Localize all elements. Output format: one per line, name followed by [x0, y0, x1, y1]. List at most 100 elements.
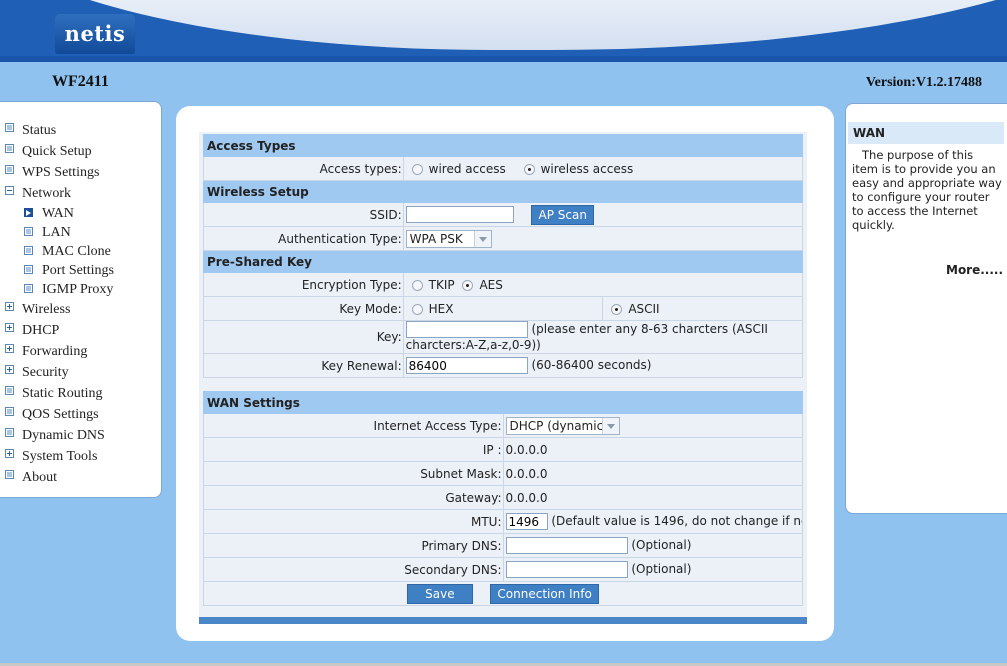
ssid-control: AP Scan: [402, 202, 804, 227]
form-footer-bar: [199, 617, 807, 624]
internet-access-type-select[interactable]: DHCP (dynamic): [505, 416, 620, 435]
sidebar-item-static-routing[interactable]: Static Routing: [0, 383, 114, 404]
sidebar-item-label: System Tools: [22, 449, 98, 464]
wired-access-radio[interactable]: [411, 163, 423, 175]
subnet-mask-label: Subnet Mask:: [203, 461, 504, 486]
primary-dns-input[interactable]: [505, 537, 628, 554]
access-types-label: Access types:: [203, 156, 404, 181]
sidebar-item-network[interactable]: Network: [0, 183, 114, 204]
mtu-input[interactable]: [505, 513, 548, 530]
ascii-radio[interactable]: [611, 303, 623, 315]
model-name: WF2411: [52, 73, 109, 90]
help-more-link[interactable]: More.....: [946, 263, 1003, 277]
sidebar-item-port-settings[interactable]: Port Settings: [0, 261, 114, 280]
page-icon: [5, 428, 14, 437]
sidebar-item-label: Static Routing: [22, 386, 103, 401]
auth-type-select[interactable]: WPA PSK: [405, 229, 492, 248]
auth-type-value: WPA PSK: [409, 231, 463, 246]
page-icon: [5, 470, 14, 479]
key-mode-ascii-cell: ASCII: [602, 296, 803, 321]
key-mode-label: Key Mode:: [203, 296, 404, 321]
sidebar-menu: Status Quick Setup WPS Settings Network …: [0, 120, 114, 488]
sidebar-item-label: WPS Settings: [22, 165, 100, 180]
sidebar-item-igmp-proxy[interactable]: IGMP Proxy: [0, 280, 114, 299]
header-curve: [0, 0, 1007, 50]
form-row: Secondary DNS: (Optional): [203, 557, 803, 582]
wan-form: Access Types Access types: wired access …: [199, 132, 807, 624]
secondary-dns-input[interactable]: [505, 561, 628, 578]
primary-dns-label: Primary DNS:: [203, 533, 504, 558]
section-header: WAN Settings: [203, 391, 803, 414]
form-actions-row: Save Connection Info: [203, 581, 803, 606]
primary-dns-control: (Optional): [502, 533, 803, 558]
help-title: WAN: [848, 122, 1004, 144]
sidebar-item-lan[interactable]: LAN: [0, 223, 114, 242]
ssid-input[interactable]: [405, 206, 514, 223]
internet-access-type-label: Internet Access Type:: [203, 413, 504, 438]
sidebar-item-about[interactable]: About: [0, 467, 114, 488]
section-header: Wireless Setup: [203, 180, 803, 203]
form-row: Internet Access Type: DHCP (dynamic): [203, 413, 803, 438]
hex-radio[interactable]: [411, 303, 423, 315]
key-renewal-input[interactable]: [405, 357, 528, 374]
sidebar: Status Quick Setup WPS Settings Network …: [0, 101, 162, 498]
sidebar-item-wps-settings[interactable]: WPS Settings: [0, 162, 114, 183]
wireless-access-radio[interactable]: [523, 163, 535, 175]
header-banner: netis: [0, 0, 1007, 62]
subnet-mask-value: 0.0.0.0: [502, 461, 803, 486]
aes-radio[interactable]: [462, 279, 474, 291]
sidebar-item-label: Quick Setup: [22, 144, 92, 159]
section-title-access: Access Types: [203, 134, 803, 157]
page-icon: [5, 407, 14, 416]
internet-access-type-control: DHCP (dynamic): [502, 413, 803, 438]
sidebar-item-dynamic-dns[interactable]: Dynamic DNS: [0, 425, 114, 446]
access-types-control: wired access wireless access: [402, 156, 804, 181]
form-row: Encryption Type: TKIP AES: [203, 272, 804, 297]
ip-label: IP :: [203, 437, 504, 462]
sidebar-item-label: WAN: [42, 206, 74, 221]
mtu-hint: (Default value is 1496, do not change if…: [551, 514, 802, 528]
sidebar-item-status[interactable]: Status: [0, 120, 114, 141]
key-input[interactable]: [405, 321, 528, 338]
connection-info-button[interactable]: Connection Info: [490, 583, 599, 604]
form-row: Primary DNS: (Optional): [203, 533, 803, 558]
sidebar-item-system-tools[interactable]: System Tools: [0, 446, 114, 467]
sidebar-item-wan[interactable]: WAN: [0, 204, 114, 223]
wired-access-label: wired access: [428, 161, 506, 176]
internet-access-type-value: DHCP (dynamic): [509, 418, 608, 433]
form-row: Gateway: 0.0.0.0: [203, 485, 803, 510]
expand-icon[interactable]: [5, 344, 14, 353]
page-icon: [5, 386, 14, 395]
expand-icon[interactable]: [5, 323, 14, 332]
form-row: Access types: wired access wireless acce…: [203, 156, 804, 181]
ap-scan-button[interactable]: AP Scan: [531, 204, 594, 225]
collapse-icon[interactable]: [5, 186, 14, 195]
auth-type-control: WPA PSK: [402, 226, 804, 251]
page-icon: [24, 246, 33, 255]
section-header: Pre-Shared Key: [203, 250, 803, 273]
mtu-label: MTU:: [203, 509, 504, 534]
save-button[interactable]: Save: [407, 583, 473, 604]
sidebar-item-wireless[interactable]: Wireless: [0, 299, 114, 320]
gateway-label: Gateway:: [203, 485, 504, 510]
sidebar-item-dhcp[interactable]: DHCP: [0, 320, 114, 341]
chevron-down-icon: [473, 230, 491, 247]
sidebar-item-qos-settings[interactable]: QOS Settings: [0, 404, 114, 425]
primary-dns-hint: (Optional): [631, 538, 692, 552]
sidebar-item-quick-setup[interactable]: Quick Setup: [0, 141, 114, 162]
mtu-control: (Default value is 1496, do not change if…: [502, 509, 803, 534]
page-icon: [24, 265, 33, 274]
expand-icon[interactable]: [5, 365, 14, 374]
page-icon: [24, 227, 33, 236]
chevron-down-icon: [601, 417, 619, 434]
sidebar-item-label: Status: [22, 123, 57, 138]
expand-icon[interactable]: [5, 302, 14, 311]
sidebar-item-security[interactable]: Security: [0, 362, 114, 383]
expand-icon[interactable]: [5, 449, 14, 458]
sidebar-item-mac-clone[interactable]: MAC Clone: [0, 242, 114, 261]
tkip-radio[interactable]: [411, 279, 423, 291]
gateway-value: 0.0.0.0: [502, 485, 803, 510]
page-icon: [5, 123, 14, 132]
sidebar-item-forwarding[interactable]: Forwarding: [0, 341, 114, 362]
section-title-wan: WAN Settings: [203, 391, 803, 414]
